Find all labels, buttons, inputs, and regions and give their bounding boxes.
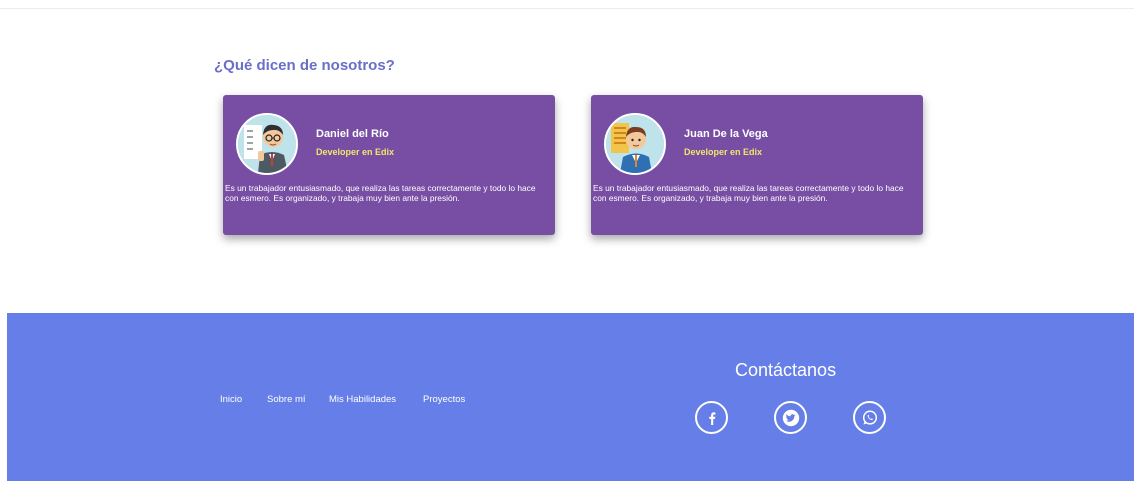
person-role: Developer en Edix xyxy=(316,147,395,157)
nav-link-habilidades[interactable]: Mis Habilidades xyxy=(329,394,396,405)
top-divider xyxy=(0,8,1134,9)
testimonial-text: Es un trabajador entusiasmado, que reali… xyxy=(593,183,904,203)
whatsapp-button[interactable] xyxy=(853,401,886,434)
nav-link-proyectos[interactable]: Proyectos xyxy=(423,394,465,405)
twitter-icon xyxy=(782,409,799,426)
testimonial-card: Daniel del Río Developer en Edix Es un t… xyxy=(223,95,555,235)
twitter-button[interactable] xyxy=(774,401,807,434)
developer-avatar-icon xyxy=(606,115,664,173)
person-name: Daniel del Río xyxy=(316,128,389,140)
testimonial-text: Es un trabajador entusiasmado, que reali… xyxy=(225,183,536,203)
person-role: Developer en Edix xyxy=(684,147,763,157)
avatar xyxy=(236,113,298,175)
businessman-avatar-icon xyxy=(238,115,296,173)
testimonial-card: Juan De la Vega Developer en Edix Es un … xyxy=(591,95,923,235)
whatsapp-icon xyxy=(862,410,877,425)
nav-link-inicio[interactable]: Inicio xyxy=(220,394,242,405)
person-name: Juan De la Vega xyxy=(684,128,768,140)
section-title: ¿Qué dicen de nosotros? xyxy=(214,57,395,74)
nav-link-sobre-mi[interactable]: Sobre mí xyxy=(267,394,306,405)
contact-title: Contáctanos xyxy=(735,360,837,380)
facebook-button[interactable] xyxy=(695,401,728,434)
footer: Inicio Sobre mí Mis Habilidades Proyecto… xyxy=(7,313,1134,481)
facebook-icon xyxy=(708,411,715,425)
avatar xyxy=(604,113,666,175)
